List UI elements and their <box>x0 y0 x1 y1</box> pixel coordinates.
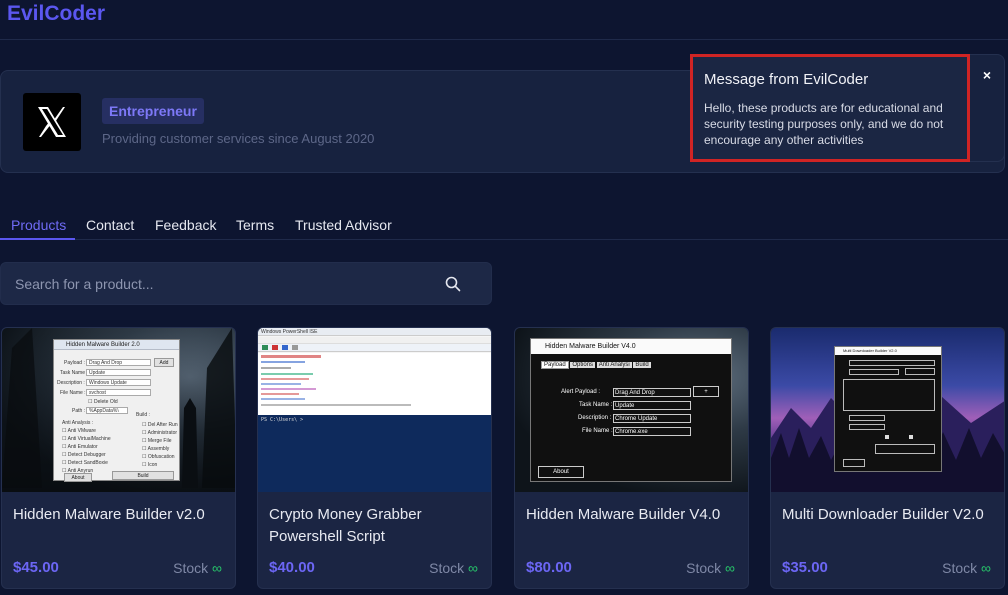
product-price: $35.00 <box>782 559 828 576</box>
nav-tabs: Products Contact Feedback Terms Trusted … <box>0 205 1008 240</box>
active-tab-indicator <box>0 238 75 240</box>
avatar <box>23 93 81 151</box>
tab-feedback[interactable]: Feedback <box>155 217 216 233</box>
product-title[interactable]: Hidden Malware Builder v2.0 <box>13 504 228 526</box>
product-price: $45.00 <box>13 559 59 576</box>
infinity-icon: ∞ <box>725 560 735 576</box>
product-title[interactable]: Hidden Malware Builder V4.0 <box>526 504 741 526</box>
product-thumbnail: Windows PowerShell ISE PS C:\Users\ > <box>258 328 491 492</box>
search-input[interactable] <box>15 263 435 304</box>
stock-indicator: Stock ∞ <box>173 560 222 576</box>
product-card[interactable]: Multi Downloader Builder V2.0 Multi Down… <box>770 327 1005 589</box>
app-window-screenshot: Multi Downloader Builder V2.0 <box>834 346 942 472</box>
x-logo-icon <box>38 107 66 137</box>
seller-badge: Entrepreneur <box>102 98 204 124</box>
product-card[interactable]: Hidden Malware Builder 2.0 Payload : Dra… <box>1 327 236 589</box>
product-price: $40.00 <box>269 559 315 576</box>
brand-logo[interactable]: EvilCoder <box>7 2 105 26</box>
search-bar <box>0 262 492 305</box>
app-window-screenshot: Hidden Malware Builder 2.0 Payload : Dra… <box>53 339 180 482</box>
tab-trusted-advisor[interactable]: Trusted Advisor <box>295 217 392 233</box>
close-icon[interactable]: × <box>977 65 997 85</box>
product-thumbnail: Hidden Malware Builder 2.0 Payload : Dra… <box>2 328 235 492</box>
stock-indicator: Stock ∞ <box>686 560 735 576</box>
tab-contact[interactable]: Contact <box>86 217 134 233</box>
stock-indicator: Stock ∞ <box>942 560 991 576</box>
message-popup: Message from EvilCoder Hello, these prod… <box>690 54 970 162</box>
product-card[interactable]: Hidden Malware Builder V4.0 Payload Opti… <box>514 327 749 589</box>
product-title[interactable]: Multi Downloader Builder V2.0 <box>782 504 997 526</box>
infinity-icon: ∞ <box>212 560 222 576</box>
tab-products[interactable]: Products <box>11 217 66 233</box>
app-window-screenshot: Hidden Malware Builder V4.0 Payload Opti… <box>530 338 732 482</box>
product-title[interactable]: Crypto Money Grabber Powershell Script <box>269 504 484 548</box>
infinity-icon: ∞ <box>468 560 478 576</box>
product-card[interactable]: Windows PowerShell ISE PS C:\Users\ > Cr… <box>257 327 492 589</box>
popup-title: Message from EvilCoder <box>704 71 869 88</box>
tab-terms[interactable]: Terms <box>236 217 274 233</box>
top-bar: EvilCoder <box>0 0 1008 40</box>
stock-indicator: Stock ∞ <box>429 560 478 576</box>
product-thumbnail: Multi Downloader Builder V2.0 <box>771 328 1004 492</box>
search-icon[interactable] <box>445 276 461 292</box>
infinity-icon: ∞ <box>981 560 991 576</box>
popup-body: Hello, these products are for educationa… <box>704 101 944 147</box>
product-price: $80.00 <box>526 559 572 576</box>
seller-tagline: Providing customer services since August… <box>102 131 375 146</box>
product-thumbnail: Hidden Malware Builder V4.0 Payload Opti… <box>515 328 748 492</box>
